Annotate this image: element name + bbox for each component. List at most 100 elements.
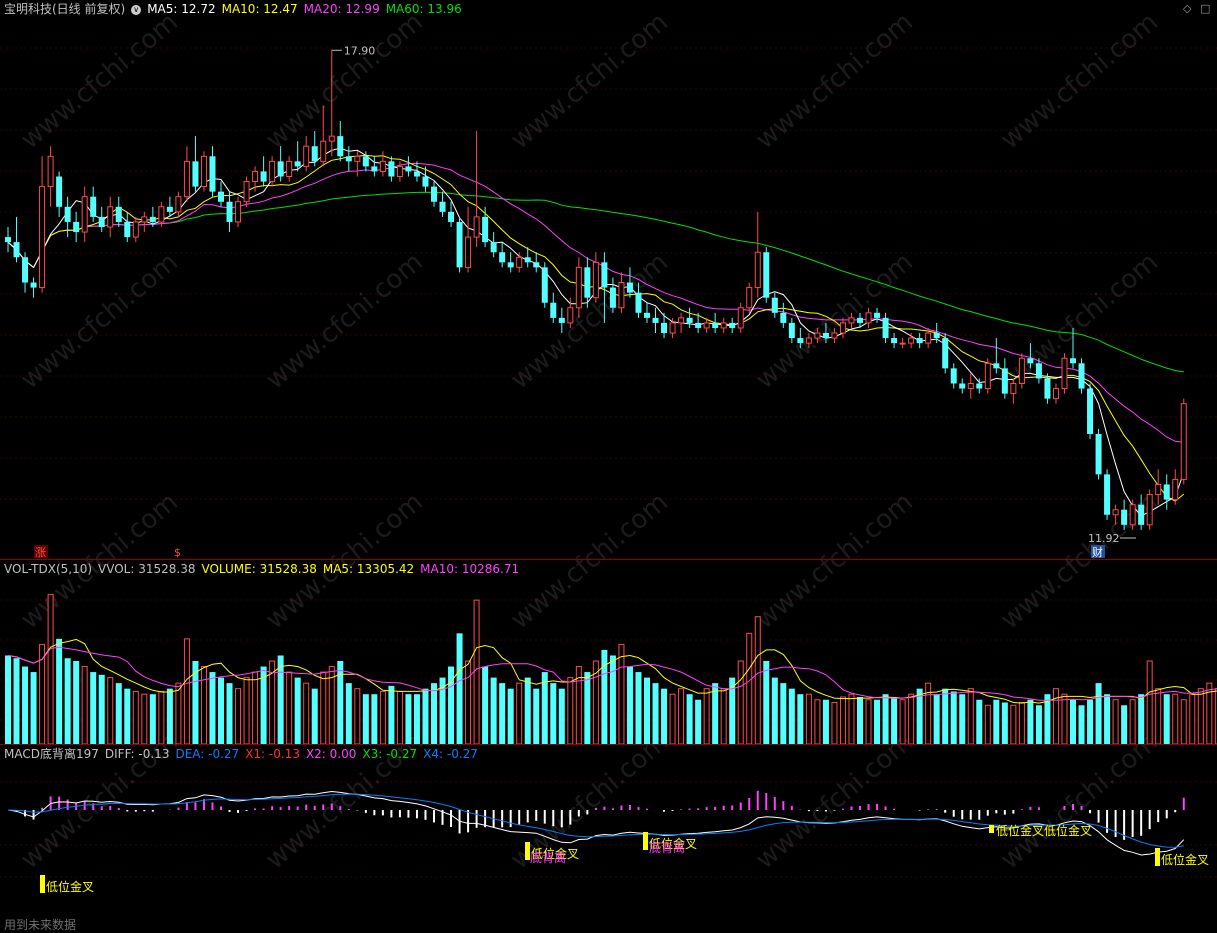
volume-bar-down [64,658,71,744]
candle-up [669,322,676,334]
stock-title[interactable]: 宝明科技(日线 前复权) [4,2,125,16]
future-data-link[interactable]: 用到未来数据 [4,916,76,933]
volume-bar-up [354,688,361,745]
volume-bar-down [524,677,531,744]
chart-canvas[interactable]: www.cfchi.com www.cfchi.com www.cfchi.com w… [0,0,1217,933]
volume-bar-down [90,672,97,744]
watermark-text: www.cfchi.com [505,487,674,635]
volume-bar-up [899,699,906,745]
candle-up [575,266,582,309]
low-price-label: 11.92 [1088,532,1120,545]
candle-down [277,161,284,177]
volume-bar-up [703,688,710,745]
panel-divider [0,559,1217,560]
watermark-text: www.cfchi.com [15,7,184,155]
volume-bar-down [558,688,565,744]
volume-bar-up [1010,704,1017,745]
candle-up [107,206,114,228]
candle-down [98,216,105,227]
volume-bar-up [1180,699,1187,745]
volume-bar-down [124,688,131,744]
volume-bar-up [303,682,310,745]
candle-down [260,171,267,182]
volume-bar-down [686,694,693,744]
collapse-icon[interactable]: ∨ [131,4,142,15]
candle-down [1087,388,1094,434]
candle-up [899,342,906,345]
volume-bar-down [1078,705,1085,744]
candle-down [1044,378,1051,399]
ma5-label: MA5: 12.72 [147,2,216,16]
candle-down [1138,504,1145,525]
candle-down [950,368,957,384]
volume-bar-down [294,677,301,744]
volume-bar-down [950,691,957,744]
volume-bar-up [618,643,625,745]
candle-up [805,337,812,344]
diamond-icon[interactable]: ◇ [1183,2,1191,16]
volume-bar-down [1035,705,1042,744]
volume-bar-down [533,688,540,744]
volume-bar-up [737,660,744,745]
candle-down [422,176,429,187]
candle-down [558,317,565,323]
candle-up [831,332,838,339]
volume-bar-up [183,638,190,745]
candle-up [908,337,915,344]
bottom-divergence-1: 底背离 [530,850,566,865]
volume-bar-up [1146,660,1153,745]
candle-up [200,155,207,188]
volume-bar-up [746,632,753,745]
ma10-label: MA10: 12.47 [221,2,298,16]
volume-bar-down [661,688,668,744]
macd-title[interactable]: MACD底背离197 [4,747,99,761]
candle-up [984,362,991,390]
volume-bar-up [320,671,327,745]
volume-bar-down [1070,699,1076,744]
x3-label: X3: -0.27 [362,747,418,761]
candle-down [729,322,736,328]
low-golden-cross-3-flag [643,832,648,850]
volume-bar-up [908,693,915,745]
candle-down [695,322,702,328]
volume-bar-up [465,660,472,745]
candle-down [644,312,650,318]
candle-down [686,317,693,323]
volume-bar-down [959,694,966,744]
volume-bar-up [967,688,974,745]
watermark-text: www.cfchi.com [260,247,429,395]
volume-bar-down [857,696,863,744]
candle-up [1180,403,1187,480]
volume-bar-up [678,688,685,745]
candle-up [754,251,761,289]
volume-bar-down [788,688,795,744]
candle-up [678,317,685,324]
volume-bar-up [865,699,872,745]
candle-down [771,297,778,313]
volume-bar-down [73,661,80,744]
candle-down [635,292,642,313]
candle-down [601,262,608,288]
candle-up [81,196,88,233]
candle-up [746,287,753,309]
candle-up [1129,504,1136,526]
vol-title[interactable]: VOL-TDX(5,10) [4,562,92,576]
candle-down [1035,363,1042,379]
volume-bar-down [371,694,378,744]
candle-down [405,166,412,172]
volume-bar-up [158,690,165,745]
candle-down [209,156,216,192]
candle-up [592,261,599,299]
candle-up [1146,494,1153,526]
volume-panel-header: VOL-TDX(5,10) VVOL: 31528.38 VOLUME: 31528… [4,561,525,577]
watermark-text: www.cfchi.com [995,727,1164,875]
candle-down [874,312,881,318]
candle-down [1104,474,1111,515]
candle-down [882,317,889,339]
candle-up [1018,357,1025,384]
volume-bar-down [218,677,224,744]
square-icon[interactable]: □ [1200,2,1210,16]
candle-down [431,186,437,202]
volume-bar-up [473,599,480,745]
volume-bar-up [984,704,991,745]
